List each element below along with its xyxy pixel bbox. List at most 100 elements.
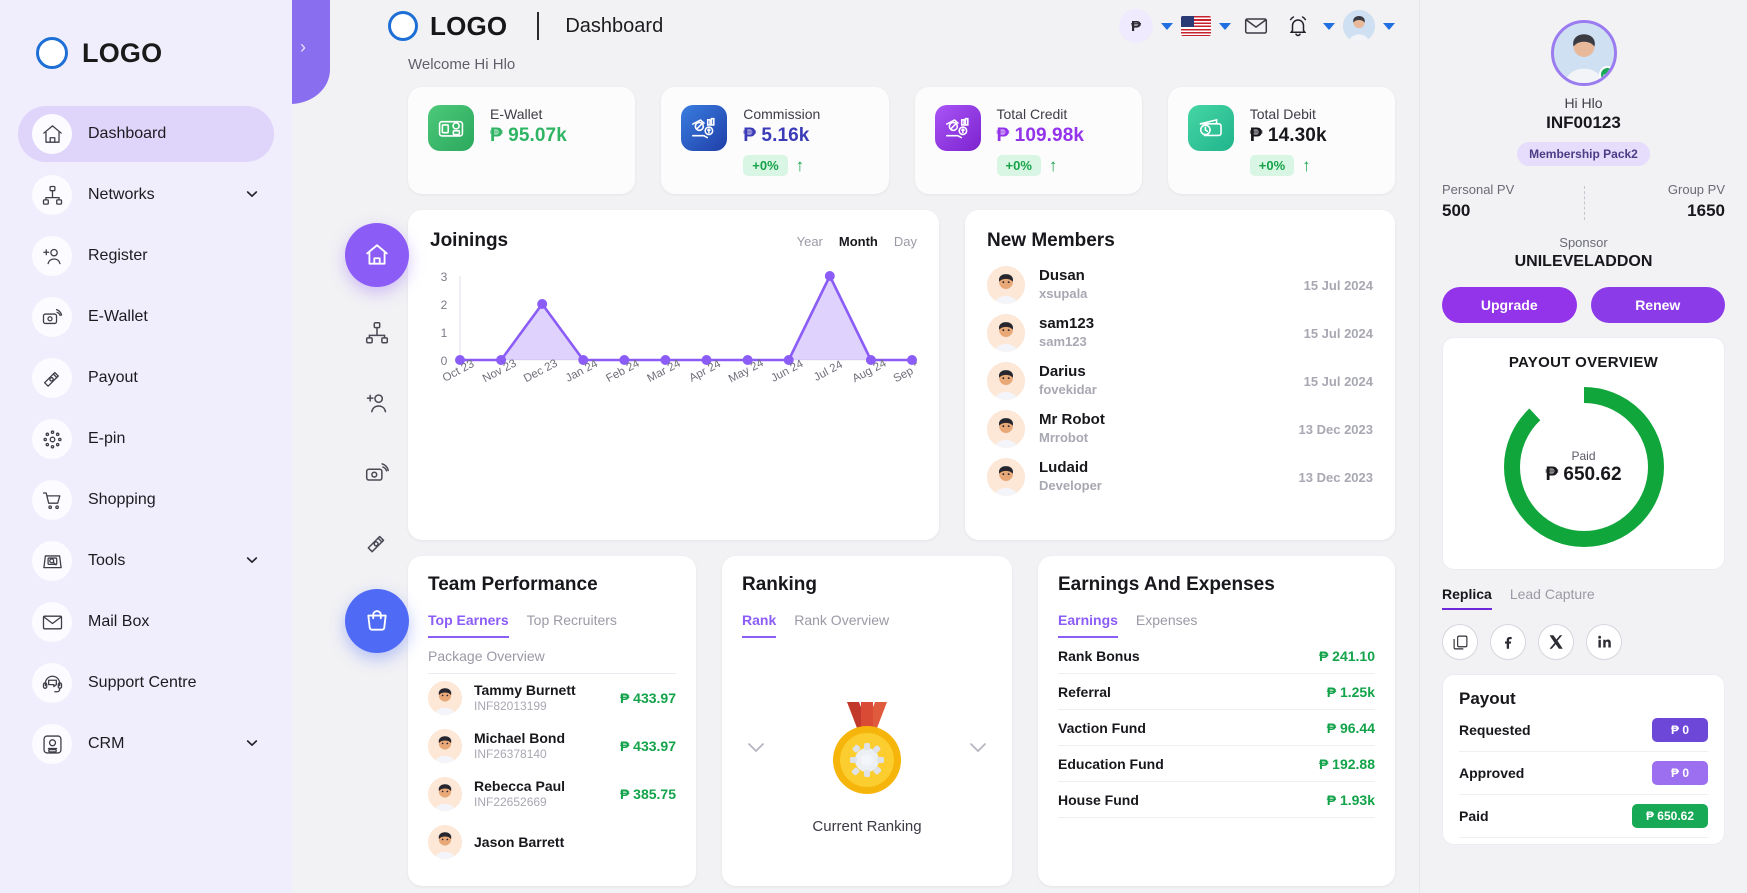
range-option-month[interactable]: Month — [839, 234, 878, 249]
user-avatar[interactable] — [1343, 10, 1375, 42]
crm-icon — [32, 724, 72, 764]
sidebar-item-mail-box[interactable]: Mail Box — [18, 594, 274, 650]
sidebar-item-shopping[interactable]: Shopping — [18, 472, 274, 528]
currency-chevron-down-icon[interactable] — [1161, 22, 1173, 30]
rail-home-button[interactable] — [345, 223, 409, 287]
sidebar-item-label: Support Centre — [88, 674, 197, 691]
x-twitter-icon[interactable] — [1538, 624, 1574, 660]
chevron-down-icon[interactable] — [244, 552, 260, 571]
top-bar: LOGO Dashboard ₱ — [292, 0, 1419, 52]
tab-rank-overview[interactable]: Rank Overview — [794, 612, 889, 638]
sidebar-item-e-pin[interactable]: E-pin — [18, 411, 274, 467]
earning-value: ₱ 1.25k — [1326, 684, 1375, 700]
avatar — [428, 729, 462, 763]
sidebar-item-tools[interactable]: Tools — [18, 533, 274, 589]
upgrade-button[interactable]: Upgrade — [1442, 287, 1577, 323]
stat-card[interactable]: Commission ₱ 5.16k +0% ↑ — [661, 87, 889, 194]
earner-name: Jason Barrett — [474, 833, 565, 850]
profile-member-id: INF00123 — [1546, 113, 1621, 132]
new-members-title: New Members — [987, 230, 1115, 251]
ranking-next-button[interactable] — [964, 733, 992, 764]
earner-amount: ₱ 433.97 — [619, 738, 676, 754]
sidebar-item-support-centre[interactable]: Support Centre — [18, 655, 274, 711]
member-name: Dusan — [1039, 267, 1085, 285]
payout-donut-center: Paid ₱ 650.62 — [1453, 381, 1714, 553]
currency-button[interactable]: ₱ — [1119, 9, 1153, 43]
tab-earnings[interactable]: Earnings — [1058, 612, 1118, 638]
member-name: Darius — [1039, 363, 1086, 381]
payout-label: Paid — [1459, 808, 1489, 824]
brand-logo-text: LOGO — [82, 37, 163, 68]
tab-rank[interactable]: Rank — [742, 612, 777, 638]
tab-expenses[interactable]: Expenses — [1136, 612, 1197, 638]
member-date: 13 Dec 2023 — [1298, 469, 1373, 485]
notifications-bell-icon[interactable] — [1281, 9, 1315, 43]
list-item[interactable]: sam123 sam123 15 Jul 2024 — [987, 314, 1373, 352]
topbar-logo-text: LOGO — [430, 10, 508, 41]
table-row: Requested ₱ 0 — [1459, 709, 1708, 752]
trend-up-icon: ↑ — [1302, 156, 1311, 175]
topbar-logo[interactable]: LOGO — [388, 11, 507, 42]
stat-card[interactable]: E-Wallet ₱ 95.07k — [408, 87, 636, 194]
sidebar-item-payout[interactable]: Payout — [18, 350, 274, 406]
tab-top-earners[interactable]: Top Earners — [428, 612, 509, 638]
sidebar-item-label: Tools — [88, 552, 126, 569]
list-item[interactable]: Mr Robot Mrrobot 13 Dec 2023 — [987, 410, 1373, 448]
profile-chevron-down-icon[interactable] — [1383, 22, 1395, 30]
stat-card[interactable]: Total Credit ₱ 109.98k +0% ↑ — [914, 87, 1142, 194]
linkedin-icon[interactable] — [1586, 624, 1622, 660]
earnings-expenses-tabs: Earnings Expenses — [1058, 612, 1375, 638]
range-option-day[interactable]: Day — [894, 234, 917, 249]
tab-lead-capture[interactable]: Lead Capture — [1510, 586, 1595, 610]
sidebar-item-dashboard[interactable]: Dashboard — [18, 106, 274, 162]
language-chevron-down-icon[interactable] — [1219, 22, 1231, 30]
earner-name: Rebecca Paul — [474, 778, 566, 795]
notifications-chevron-down-icon[interactable] — [1323, 22, 1335, 30]
sidebar-item-crm[interactable]: CRM — [18, 716, 274, 772]
stat-value: ₱ 5.16k — [743, 125, 810, 146]
mail-icon[interactable] — [1239, 9, 1273, 43]
stat-icon — [934, 105, 981, 151]
chevron-down-icon[interactable] — [244, 735, 260, 754]
avatar — [428, 681, 462, 715]
us-flag-icon[interactable] — [1181, 16, 1211, 36]
renew-button[interactable]: Renew — [1590, 287, 1725, 323]
table-row[interactable]: Jason Barrett — [428, 818, 676, 866]
svg-text:3: 3 — [441, 270, 448, 284]
rail-wallet-button[interactable] — [353, 449, 401, 497]
sidebar-item-register[interactable]: Register — [18, 228, 274, 284]
facebook-icon[interactable] — [1490, 624, 1526, 660]
earnings-expenses-title: Earnings And Expenses — [1058, 574, 1275, 595]
stat-value: ₱ 95.07k — [490, 125, 567, 146]
ranking-prev-button[interactable] — [742, 733, 770, 764]
joinings-chart: 0 1 2 3 Oct 23 Nov 23 Dec 23 Jan 24 Feb 24 Mar 24… — [430, 268, 930, 408]
table-row: Referral ₱ 1.25k — [1058, 674, 1375, 710]
rail-network-button[interactable] — [353, 309, 401, 357]
bottom-cards-row: Team Performance Top Earners Top Recruite… — [408, 556, 1395, 886]
list-item[interactable]: Ludaid Developer 13 Dec 2023 — [987, 458, 1373, 496]
svg-text:2: 2 — [441, 298, 448, 312]
list-item[interactable]: Darius fovekidar 15 Jul 2024 — [987, 362, 1373, 400]
rail-shopping-button[interactable] — [345, 589, 409, 653]
member-date: 13 Dec 2023 — [1298, 421, 1373, 437]
table-row[interactable]: Rebecca Paul INF22652669 ₱ 385.75 — [428, 770, 676, 818]
table-row[interactable]: Tammy Burnett INF82013199 ₱ 433.97 — [428, 674, 676, 722]
rail-payout-button[interactable] — [353, 519, 401, 567]
stat-card[interactable]: Total Debit ₱ 14.30k +0% ↑ — [1167, 87, 1395, 194]
payout-title: Payout — [1459, 689, 1516, 708]
copy-icon[interactable] — [1442, 624, 1478, 660]
tab-replica[interactable]: Replica — [1442, 586, 1492, 610]
earning-name: House Fund — [1058, 792, 1139, 808]
list-item[interactable]: Dusan xsupala 15 Jul 2024 — [987, 266, 1373, 304]
member-username: sam123 — [1039, 333, 1087, 349]
tab-top-recruiters[interactable]: Top Recruiters — [527, 612, 617, 638]
table-row[interactable]: Michael Bond INF26378140 ₱ 433.97 — [428, 722, 676, 770]
sidebar-item-e-wallet[interactable]: E-Wallet — [18, 289, 274, 345]
sidebar-item-networks[interactable]: Networks — [18, 167, 274, 223]
table-row: House Fund ₱ 1.93k — [1058, 782, 1375, 818]
rail-register-button[interactable] — [353, 379, 401, 427]
tools-icon — [32, 541, 72, 581]
stat-icon — [428, 105, 474, 151]
chevron-down-icon[interactable] — [244, 186, 260, 205]
range-option-year[interactable]: Year — [797, 234, 823, 249]
